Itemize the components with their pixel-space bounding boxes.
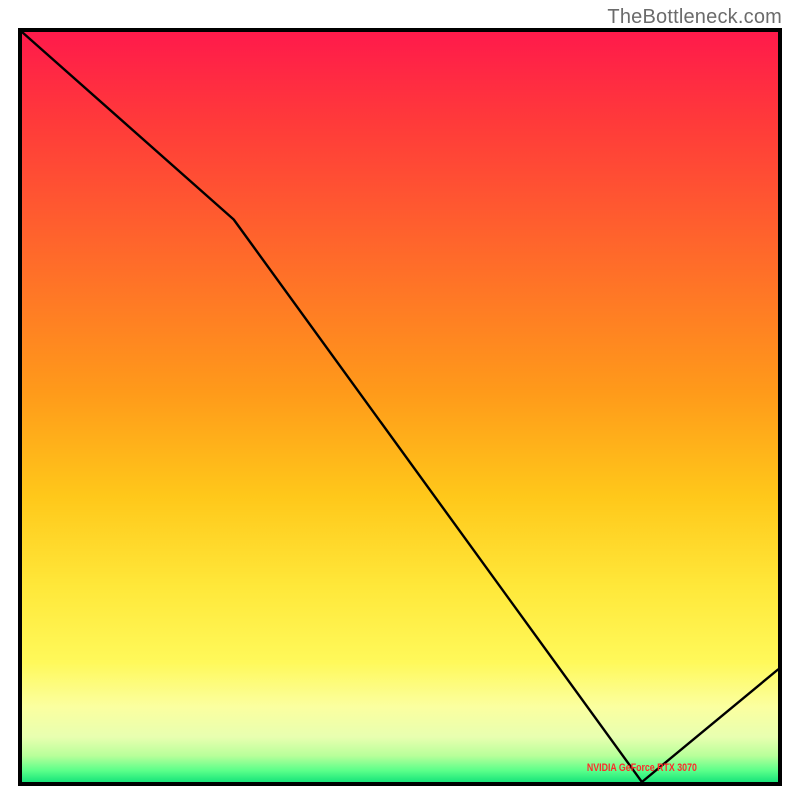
series-annotation: NVIDIA GeForce RTX 3070 [587,762,697,774]
chart-svg: NVIDIA GeForce RTX 3070 [18,28,782,786]
watermark-label: TheBottleneck.com [607,6,782,29]
plot-area: NVIDIA GeForce RTX 3070 [18,28,782,786]
gradient-background [22,32,778,782]
